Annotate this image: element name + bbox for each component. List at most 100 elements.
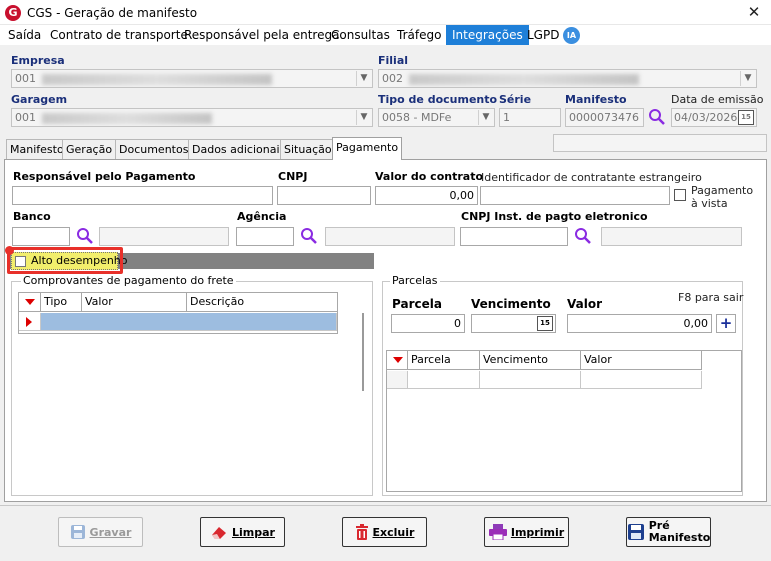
menu-lgpd[interactable]: LGPD [524,25,562,45]
comprovantes-title: Comprovantes de pagamento do frete [21,274,236,287]
empresa-combo[interactable]: 001 ▼ [11,69,373,88]
gravar-label: Gravar [89,525,132,539]
tipo-documento-value: 0058 - MDFe [382,111,452,124]
cnpj-inst-field[interactable] [460,227,568,246]
banco-code-field[interactable] [12,227,70,246]
tab-documentos[interactable]: Documentos [115,139,193,159]
responsavel-field[interactable] [12,186,273,205]
window-title: CGS - Geração de manifesto [27,6,198,20]
chevron-down-icon[interactable]: ▼ [740,71,755,86]
pagamento-vista-checkbox[interactable] [674,189,686,201]
tab-pagamento[interactable]: Pagamento [332,137,403,160]
cnpj-inst-label: CNPJ Inst. de pagto eletronico [461,210,648,223]
f8-hint: F8 para sair [678,291,744,304]
serie-field[interactable]: 1 [499,108,561,127]
search-icon[interactable] [76,227,94,245]
chevron-down-icon[interactable]: ▼ [478,110,493,125]
divider [0,505,771,506]
banco-name-field [99,227,229,246]
tab-manifesto[interactable]: Manifesto [6,139,68,159]
garagem-label: Garagem [11,93,68,106]
filial-label: Filial [378,54,409,67]
menu-contrato-transporte[interactable]: Contrato de transporte [47,25,191,45]
pagamento-vista-label-1: Pagamento [691,184,754,197]
pre-manifesto-label-2: Manifesto [648,531,711,544]
cnpj-label: CNPJ [278,170,308,183]
table-cell[interactable] [480,371,581,389]
parcelas-title: Parcelas [390,274,440,287]
vencimento-field[interactable]: / / 15 [471,314,556,333]
responsavel-label: Responsável pelo Pagamento [13,170,196,183]
col-valor[interactable]: Valor [82,293,187,312]
chevron-down-icon[interactable]: ▼ [356,110,371,125]
cnpj-field[interactable] [277,186,371,205]
excluir-label: Excluir [372,525,415,539]
garagem-combo[interactable]: 001 ▼ [11,108,373,127]
sort-icon[interactable] [387,351,408,370]
add-parcela-button[interactable]: + [716,314,736,333]
manifesto-field[interactable]: 0000073476 [565,108,644,127]
valor-contrato-field[interactable]: 0,00 [375,186,478,205]
scrollbar[interactable] [362,313,364,391]
col-valor-parcela[interactable]: Valor [581,351,702,370]
eraser-icon [212,527,227,539]
printer-icon [488,524,507,540]
calendar-icon[interactable]: 15 [738,110,754,125]
parcela-label: Parcela [392,297,442,311]
table-cell[interactable] [581,371,702,389]
tipo-documento-label: Tipo de documento [378,93,498,106]
tab-situacao[interactable]: Situação [280,139,336,159]
pre-manifesto-button[interactable]: Pré Manifesto [626,517,711,547]
tab-geracao[interactable]: Geração [62,139,117,159]
agencia-code-field[interactable] [236,227,294,246]
comprovantes-grid[interactable]: Tipo Valor Descrição [18,292,338,334]
search-icon[interactable] [574,227,592,245]
calendar-icon[interactable]: 15 [537,316,553,331]
excluir-button[interactable]: Excluir [342,517,427,547]
parcelas-grid[interactable]: Parcela Vencimento Valor [386,350,742,492]
annotation-highlight-box [7,247,123,274]
serie-label: Série [499,93,532,106]
filial-combo[interactable]: 002 ▼ [378,69,757,88]
close-icon[interactable]: ✕ [744,3,764,21]
menu-consultas[interactable]: Consultas [328,25,393,45]
tipo-documento-combo[interactable]: 0058 - MDFe ▼ [378,108,495,127]
tab-dados-adicionais[interactable]: Dados adicionais [188,139,290,159]
menu-integracoes[interactable]: Integrações [446,25,529,45]
menu-responsavel-entrega[interactable]: Responsável pela entrega [181,25,342,45]
imprimir-label: Imprimir [510,525,565,539]
id-estrangeiro-field[interactable] [480,186,670,205]
empresa-value: 001 [15,72,36,85]
table-cell[interactable] [408,371,480,389]
search-icon[interactable] [300,227,318,245]
col-tipo[interactable]: Tipo [41,293,82,312]
valor-field[interactable]: 0,00 [567,314,712,333]
gravar-button[interactable]: Gravar [58,517,143,547]
id-estrangeiro-label: Identificador de contratante estrangeiro [481,171,702,184]
col-vencimento[interactable]: Vencimento [480,351,581,370]
col-parcela[interactable]: Parcela [408,351,480,370]
menu-trafego[interactable]: Tráfego [394,25,444,45]
parcela-field[interactable]: 0 [391,314,465,333]
data-emissao-field[interactable]: 04/03/2026 15 [671,108,757,127]
vencimento-label: Vencimento [471,297,551,311]
ia-badge[interactable]: IA [563,27,580,44]
data-emissao-label: Data de emissão [671,93,764,106]
menu-saida[interactable]: Saída [5,25,44,45]
row-indicator [387,371,408,389]
agencia-label: Agência [237,210,287,223]
garagem-value: 001 [15,111,36,124]
col-descricao[interactable]: Descrição [187,293,337,312]
filial-value: 002 [382,72,403,85]
banco-label: Banco [13,210,51,223]
search-icon[interactable] [648,108,666,126]
table-row[interactable] [41,313,337,331]
status-field [553,134,767,152]
sort-icon[interactable] [19,293,41,312]
trash-icon [355,524,368,540]
limpar-button[interactable]: Limpar [200,517,285,547]
pagamento-vista-label-2: à vista [691,197,728,210]
agencia-name-field [325,227,455,246]
chevron-down-icon[interactable]: ▼ [356,71,371,86]
imprimir-button[interactable]: Imprimir [484,517,569,547]
